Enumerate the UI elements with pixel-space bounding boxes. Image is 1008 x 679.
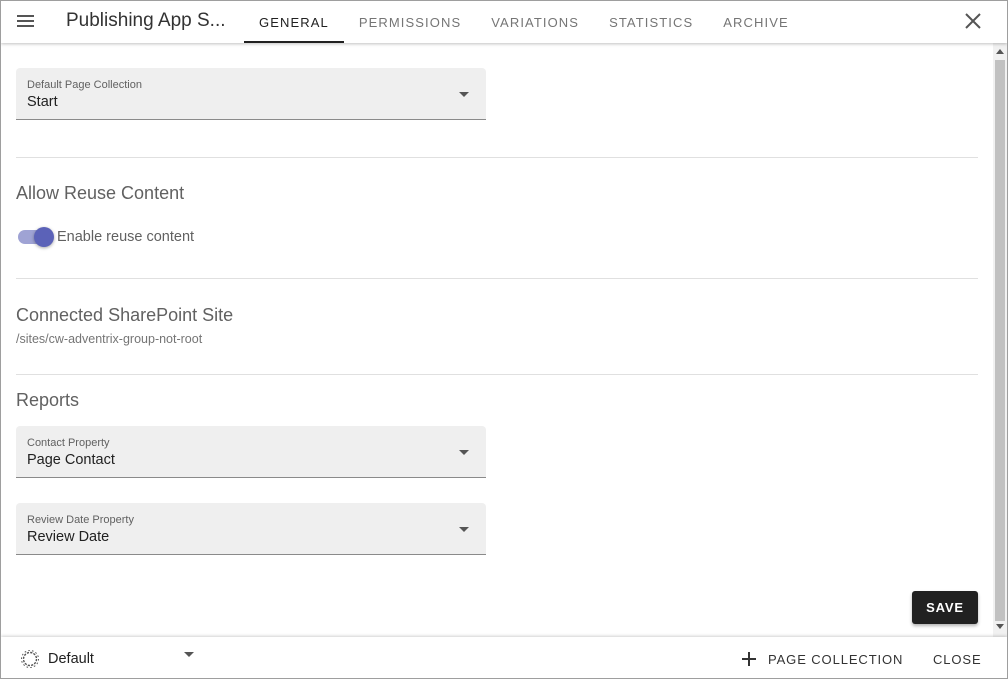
- save-button[interactable]: SAVE: [912, 591, 978, 624]
- field-value: Page Contact: [27, 452, 115, 468]
- chevron-down-icon: [184, 652, 194, 657]
- tab-permissions[interactable]: PERMISSIONS: [344, 1, 476, 43]
- vertical-scrollbar[interactable]: [993, 43, 1007, 637]
- add-page-collection-button[interactable]: PAGE COLLECTION: [734, 644, 911, 674]
- variation-select[interactable]: Default: [19, 637, 200, 678]
- scroll-up-icon[interactable]: [996, 49, 1004, 54]
- section-divider: [16, 157, 978, 158]
- variation-value: Default: [48, 651, 94, 667]
- field-label: Contact Property: [27, 437, 110, 449]
- review-date-property-select[interactable]: Review Date Property Review Date: [16, 503, 486, 555]
- enable-reuse-label: Enable reuse content: [57, 229, 195, 245]
- tab-bar: GENERAL PERMISSIONS VARIATIONS STATISTIC…: [244, 1, 804, 43]
- chevron-down-icon: [459, 92, 469, 97]
- field-label: Review Date Property: [27, 514, 134, 526]
- menu-icon[interactable]: [15, 12, 37, 32]
- tab-variations[interactable]: VARIATIONS: [476, 1, 594, 43]
- sharepoint-site-path: /sites/cw-adventrix-group-not-root: [16, 332, 203, 346]
- field-value: Review Date: [27, 529, 110, 545]
- chevron-down-icon: [459, 450, 469, 455]
- page-collection-label: PAGE COLLECTION: [768, 651, 904, 667]
- dialog-header: Publishing App S... GENERAL PERMISSIONS …: [1, 1, 1007, 43]
- general-settings-panel: Default Page Collection Start Allow Reus…: [1, 43, 993, 637]
- dialog-footer: Default PAGE COLLECTION CLOSE: [1, 637, 1007, 678]
- plus-icon: [742, 652, 756, 666]
- scroll-down-icon[interactable]: [996, 624, 1004, 629]
- settings-dialog: Publishing App S... GENERAL PERMISSIONS …: [0, 0, 1008, 679]
- close-icon[interactable]: [962, 10, 984, 32]
- tab-statistics[interactable]: STATISTICS: [594, 1, 708, 43]
- section-divider: [16, 374, 978, 375]
- reuse-section-title: Allow Reuse Content: [16, 183, 185, 203]
- field-label: Default Page Collection: [27, 79, 142, 91]
- sharepoint-section-title: Connected SharePoint Site: [16, 305, 234, 325]
- tab-archive[interactable]: ARCHIVE: [708, 1, 804, 43]
- section-divider: [16, 278, 978, 279]
- close-button[interactable]: CLOSE: [925, 644, 990, 674]
- contact-property-select[interactable]: Contact Property Page Contact: [16, 426, 486, 478]
- toggle-thumb: [34, 227, 54, 247]
- dialog-title: Publishing App S...: [66, 10, 226, 31]
- enable-reuse-toggle[interactable]: [18, 227, 54, 247]
- field-value: Start: [27, 94, 58, 110]
- reports-section-title: Reports: [16, 390, 80, 410]
- default-page-collection-select[interactable]: Default Page Collection Start: [16, 68, 486, 120]
- gear-icon: [21, 650, 39, 668]
- scrollbar-thumb[interactable]: [995, 60, 1005, 621]
- tab-general[interactable]: GENERAL: [244, 1, 344, 43]
- chevron-down-icon: [459, 527, 469, 532]
